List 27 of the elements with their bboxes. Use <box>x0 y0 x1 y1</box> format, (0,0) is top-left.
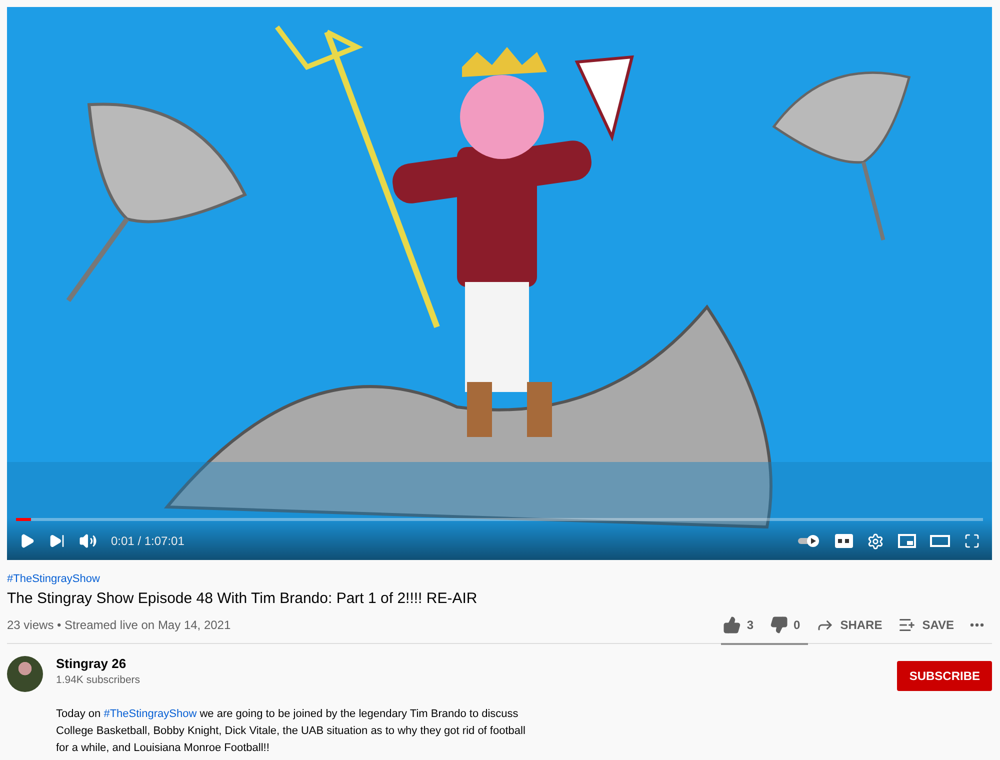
video-description: Today on #TheStingrayShow we are going to be joined by the legendary Tim Brando to discuss College Basketball, Bobby Knight, Dick Vitale, the UAB situation as to why they got rid of football for a while, and Louisiana Monroe Football!! <box>56 707 526 756</box>
dislike-button[interactable]: 0 <box>762 616 808 634</box>
theater-icon[interactable] <box>930 534 950 548</box>
subscribe-button[interactable]: SUBSCRIBE <box>897 661 992 691</box>
settings-icon[interactable] <box>867 532 884 550</box>
volume-icon[interactable] <box>79 532 97 550</box>
channel-avatar[interactable] <box>7 656 43 692</box>
subscriber-count: 1.94K subscribers <box>56 674 140 686</box>
video-title: The Stingray Show Episode 48 With Tim Brando: Part 1 of 2!!!! RE-AIR <box>7 590 478 607</box>
fullscreen-icon[interactable] <box>964 533 980 549</box>
thumbs-up-icon <box>722 616 741 634</box>
autoplay-toggle[interactable] <box>797 534 821 548</box>
like-button[interactable]: 3 <box>714 616 762 634</box>
miniplayer-icon[interactable] <box>898 534 916 548</box>
save-button[interactable]: SAVE <box>890 616 962 634</box>
play-icon[interactable] <box>19 533 35 549</box>
more-icon <box>970 623 984 627</box>
share-button[interactable]: SHARE <box>808 616 890 634</box>
video-meta: 23 views • Streamed live on May 14, 2021 <box>7 618 231 632</box>
hashtag-link[interactable]: #TheStingrayShow <box>7 573 100 585</box>
captions-icon[interactable] <box>835 534 853 548</box>
next-icon[interactable] <box>49 533 65 549</box>
thumbs-down-icon <box>770 616 788 634</box>
add-to-list-icon <box>898 616 916 634</box>
video-time: 0:01 / 1:07:01 <box>111 534 184 548</box>
channel-name[interactable]: Stingray 26 <box>56 656 140 671</box>
hashtag-link[interactable]: #TheStingrayShow <box>104 708 197 720</box>
